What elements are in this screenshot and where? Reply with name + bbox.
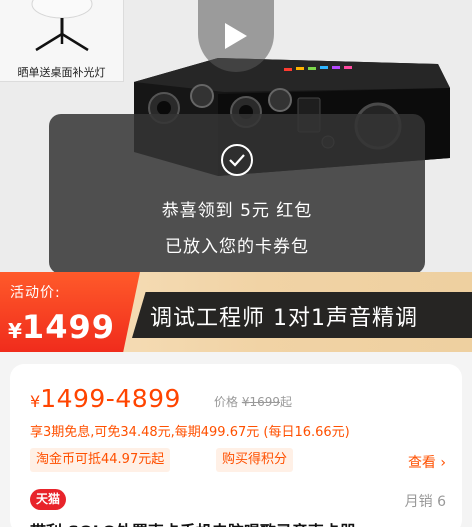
price-currency: ¥: [30, 392, 41, 411]
original-price-number: 1699: [249, 395, 281, 409]
product-gallery[interactable]: 晒单送桌面补光灯 恭喜领到 5元 红包 已放入您的卡券包 调试工程师 1对1声音…: [0, 0, 472, 352]
price-range-value: 1499-4899: [40, 384, 181, 413]
product-title: 带利 SOLO外置声卡手机电脑唱歌录音声卡器: [30, 518, 356, 527]
original-price: 价格 ¥1699起: [214, 393, 292, 410]
original-price-suffix: 起: [280, 395, 293, 409]
check-circle-icon: [221, 144, 253, 176]
view-details-link[interactable]: 查看 ›: [408, 452, 446, 472]
points-tag[interactable]: 购买得积分: [216, 448, 294, 472]
promo-label: 活动价:: [10, 285, 61, 301]
installment-info[interactable]: 享3期免息,可免34.48元,每期499.67元 (每日16.66元): [30, 421, 350, 440]
gift-caption: 晒单送桌面补光灯: [17, 66, 106, 79]
original-price-value: ¥1699: [242, 395, 280, 409]
promo-title: 调试工程师 1对1声音精调: [150, 306, 418, 331]
toast-submessage: 已放入您的卡券包: [165, 237, 309, 257]
promo-banner: 调试工程师 1对1声音精调 活动价: ¥1499: [0, 272, 472, 352]
price-range: ¥1499-4899: [30, 384, 181, 413]
original-price-label: 价格: [214, 395, 239, 409]
promo-currency: ¥: [8, 319, 22, 343]
ring-light-image: [31, 0, 93, 52]
coin-discount-tag[interactable]: 淘金币可抵44.97元起: [30, 448, 171, 472]
price-card: ¥1499-4899 价格 ¥1699起 享3期免息,可免34.48元,每期49…: [10, 364, 462, 527]
coupon-toast: 恭喜领到 5元 红包 已放入您的卡券包: [49, 114, 425, 274]
promo-price-value: 1499: [21, 308, 115, 346]
tmall-badge: 天猫: [30, 489, 67, 510]
toast-message: 恭喜领到 5元 红包: [161, 201, 313, 221]
gift-thumbnail[interactable]: 晒单送桌面补光灯: [0, 0, 124, 82]
play-icon: [225, 23, 247, 49]
promo-price: ¥1499: [8, 308, 115, 346]
monthly-sales: 月销 6: [404, 494, 446, 510]
